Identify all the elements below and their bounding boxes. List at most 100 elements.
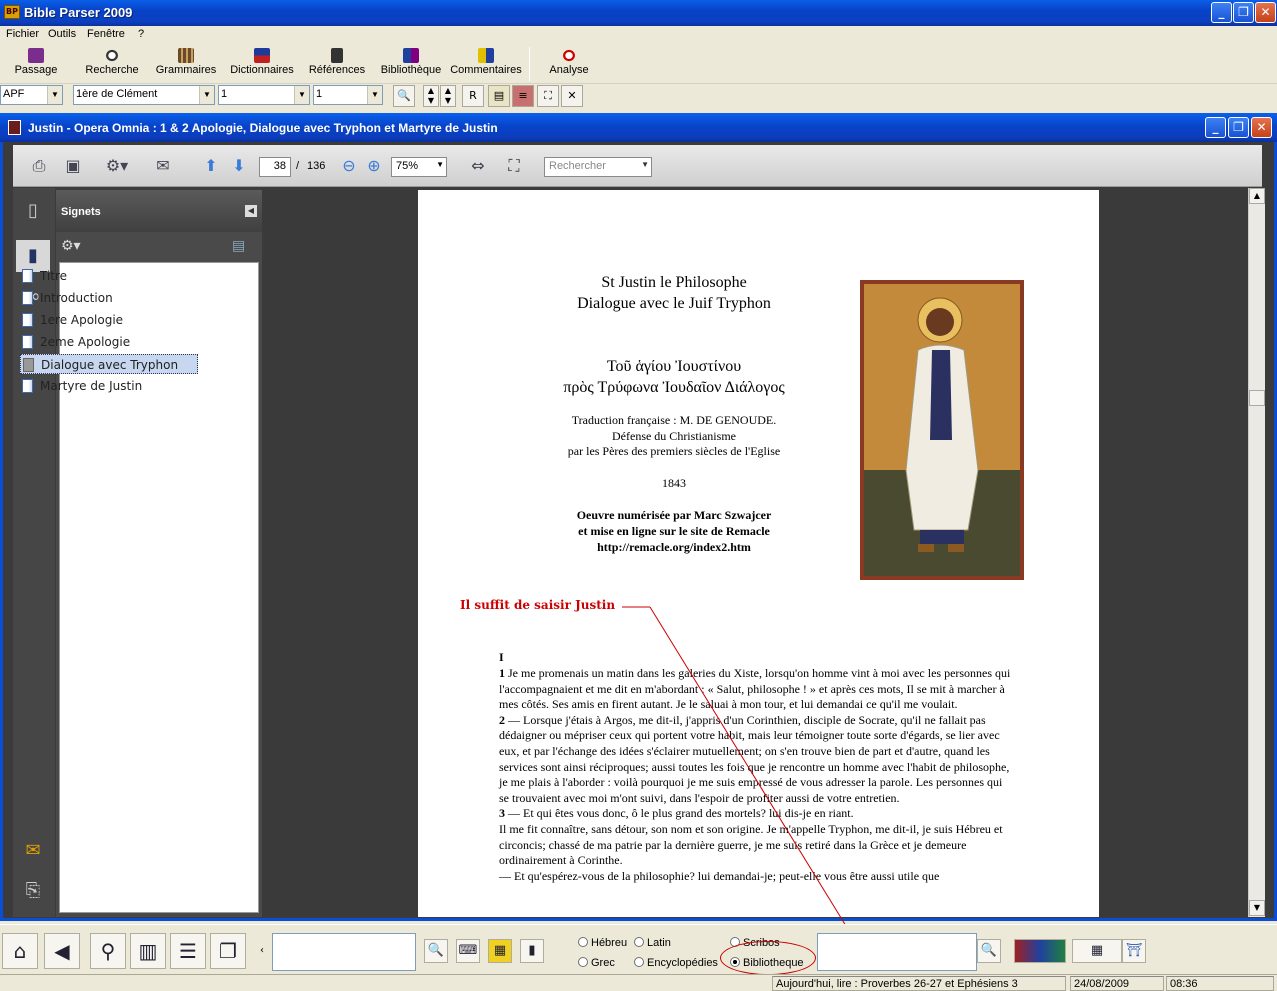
multi-window-icon[interactable]: ❐ (210, 933, 246, 969)
library-search-icon[interactable]: 🔍 (977, 939, 1001, 963)
home-icon[interactable]: ⌂ (2, 933, 38, 969)
chevron-down-icon[interactable]: ▼ (294, 86, 309, 104)
bookmarks-panel-header: Signets ◀ (56, 190, 262, 232)
tools-icon[interactable]: ✕ (561, 85, 583, 107)
radio-label: Grec (591, 957, 615, 969)
radio-hebreu[interactable]: Hébreu (578, 937, 627, 949)
single-column-view-icon[interactable]: ☰ (170, 933, 206, 969)
book-select[interactable]: 1ère de Clément ▼ (73, 85, 215, 105)
doc-minimize-button[interactable]: _ (1205, 117, 1226, 138)
map-icon[interactable]: ▦ (1072, 939, 1122, 963)
spin-button-1[interactable]: ▲ ▼ (423, 85, 439, 107)
document-scrollbar[interactable]: ▲ ▼ (1248, 188, 1265, 917)
close-button[interactable]: ✕ (1255, 2, 1276, 23)
bookmark-item[interactable]: Introduction (20, 288, 198, 308)
new-bookmark-icon[interactable]: ▤ (232, 238, 245, 254)
commentary-icon (478, 48, 494, 63)
doc-maximize-button[interactable]: ❐ (1228, 117, 1249, 138)
bookshelf-icon[interactable] (1014, 939, 1066, 963)
scroll-down-icon[interactable]: ▼ (1249, 900, 1265, 916)
library-search-input[interactable] (817, 933, 977, 971)
dictionnaires-button[interactable]: Dictionnaires (228, 46, 296, 82)
temple-icon[interactable]: ⛩ (1122, 939, 1146, 963)
recherche-button[interactable]: Recherche (82, 46, 142, 82)
bookmark-label: 2eme Apologie (40, 335, 131, 349)
scroll-up-icon[interactable]: ▲ (1249, 188, 1265, 204)
print-icon[interactable]: ⎙ (27, 155, 51, 177)
save-icon[interactable]: ▣ (61, 155, 85, 177)
radio-encyclopedies[interactable]: Encyclopédies (634, 957, 718, 969)
minimize-button[interactable]: _ (1211, 2, 1232, 23)
radio-grec[interactable]: Grec (578, 957, 615, 969)
search-passage-button[interactable]: 🔍 (393, 85, 415, 107)
zoom-select[interactable]: 75% ▼ (391, 157, 447, 177)
zoom-icon[interactable]: ⚲ (90, 933, 126, 969)
verse-value: 1 (316, 88, 323, 100)
grammaires-button[interactable]: Grammaires (154, 46, 218, 82)
back-icon[interactable]: ◀ (44, 933, 80, 969)
keyboard-icon[interactable]: ⌨ (456, 939, 480, 963)
bookmark-item[interactable]: 2eme Apologie (20, 332, 198, 352)
network-icon[interactable]: ⛶ (537, 85, 559, 107)
bookmark-item[interactable]: 1ere Apologie (20, 310, 198, 330)
radio-circle (578, 957, 588, 967)
verse-select[interactable]: 1 ▼ (313, 85, 383, 105)
text-view-icon[interactable]: ▤ (488, 85, 510, 107)
analyse-button[interactable]: Analyse (544, 46, 594, 82)
zoom-out-icon[interactable]: ⊖ (337, 155, 361, 177)
books-icon (178, 48, 194, 63)
bibliotheque-button[interactable]: Bibliothèque (378, 46, 444, 82)
passage-button[interactable]: Passage (10, 46, 62, 82)
document-title-bar[interactable]: Justin - Opera Omnia : 1 & 2 Apologie, D… (0, 113, 1277, 142)
options-gear-icon[interactable]: ⚙▾ (61, 238, 81, 254)
radio-label: Latin (647, 937, 671, 949)
collapse-panel-icon[interactable]: ◀ (245, 205, 257, 217)
search-icon[interactable]: 🔍 (424, 939, 448, 963)
menu-outils[interactable]: Outils (48, 28, 76, 40)
bottom-toolbar: ⌂ ◀ ⚲ ▥ ☰ ❐ ‹ 🔍 ⌨ ▦ ▮ Hébreu Latin Scrib… (0, 924, 1277, 975)
zoom-in-icon[interactable]: ⊕ (362, 155, 386, 177)
pdf-search-input[interactable]: Rechercher ▼ (544, 157, 652, 177)
maximize-button[interactable]: ❐ (1233, 2, 1254, 23)
page-number-input[interactable]: 38 (259, 157, 291, 177)
scroll-thumb[interactable] (1249, 390, 1265, 406)
status-bar: Aujourd'hui, lire : Proverbes 26-27 et E… (0, 974, 1277, 991)
previous-page-icon[interactable]: ⬆ (199, 155, 223, 177)
bookmark-item[interactable]: Titre (20, 266, 198, 286)
spin-button-2[interactable]: ▲ ▼ (440, 85, 456, 107)
next-page-icon[interactable]: ⬇ (227, 155, 251, 177)
commentaires-button[interactable]: Commentaires (450, 46, 522, 82)
fit-page-icon[interactable]: ⛶ (502, 155, 526, 177)
menu-fenetre[interactable]: Fenêtre (87, 28, 125, 40)
status-time: 08:36 (1166, 976, 1274, 991)
share-icon[interactable]: ✉ (151, 155, 175, 177)
menu-fichier[interactable]: Fichier (6, 28, 39, 40)
pages-icon[interactable]: ▯ (21, 200, 45, 224)
attachments-icon[interactable]: ⎘ (21, 880, 45, 904)
references-button[interactable]: Références (306, 46, 368, 82)
grid-icon[interactable]: ▦ (488, 939, 512, 963)
chapter-select[interactable]: 1 ▼ (218, 85, 310, 105)
zoom-value: 75% (396, 160, 419, 172)
bookmark-item[interactable]: Martyre de Justin (20, 376, 198, 396)
chevron-left-icon[interactable]: ‹ (260, 945, 264, 956)
chevron-down-icon[interactable]: ▼ (47, 86, 62, 104)
tools-dropdown-icon[interactable]: ⚙▾ (99, 155, 135, 177)
radio-latin[interactable]: Latin (634, 937, 671, 949)
chevron-down-icon[interactable]: ▼ (367, 86, 382, 104)
verse-number: 1 (499, 666, 505, 680)
comments-icon[interactable]: ✉ (21, 840, 45, 864)
version-select[interactable]: APF ▼ (0, 85, 63, 105)
library-stack-icon[interactable]: ≡ (512, 85, 534, 107)
menu-help[interactable]: ? (138, 28, 144, 40)
bookmark-item-selected[interactable]: Dialogue avec Tryphon (20, 354, 198, 374)
text-search-input[interactable] (272, 933, 416, 971)
chevron-down-icon[interactable]: ▼ (199, 86, 214, 104)
two-column-view-icon[interactable]: ▥ (130, 933, 166, 969)
r-button[interactable]: R (462, 85, 484, 107)
app-title-bar[interactable]: BP Bible Parser 2009 _ ❐ ✕ (0, 0, 1277, 26)
statistics-chart-icon[interactable]: ▮ (520, 939, 544, 963)
doc-close-button[interactable]: ✕ (1251, 117, 1272, 138)
saint-justin-icon-image (860, 280, 1024, 580)
fit-width-icon[interactable]: ⇔ (466, 155, 490, 177)
